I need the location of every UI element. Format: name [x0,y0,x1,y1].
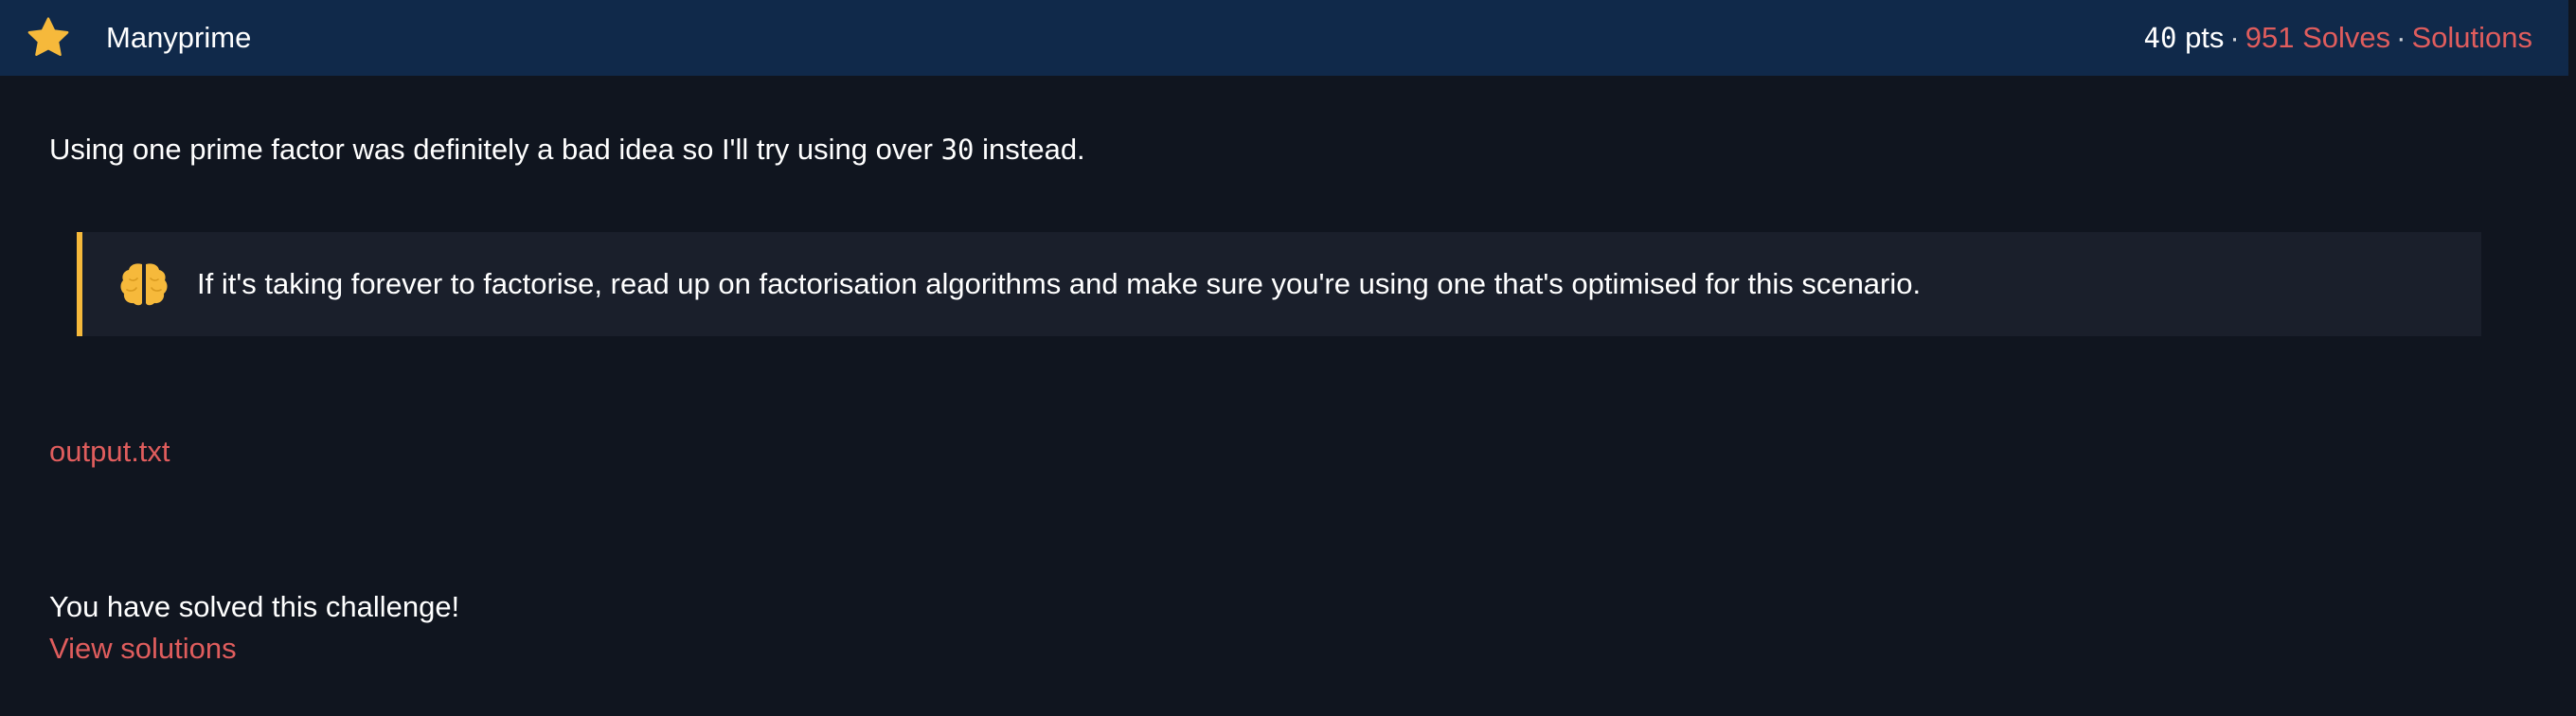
solutions-link[interactable]: Solutions [2411,21,2532,54]
header-left: Manyprime [0,15,251,61]
points-unit: pts [2185,21,2225,54]
star-icon[interactable] [26,15,71,61]
brain-icon [118,260,170,308]
points-value: 40 [2143,22,2177,54]
challenge-header: Manyprime 40 pts · 951 Solves · Solutions [0,0,2568,76]
meta-separator: · [2229,21,2240,54]
meta-separator: · [2396,21,2406,54]
challenge-meta: 40 pts · 951 Solves · Solutions [2144,21,2532,55]
challenge-description: Using one prime factor was definitely a … [49,133,1085,167]
hint-text: If it's taking forever to factorise, rea… [197,267,1922,300]
view-solutions-link[interactable]: View solutions [49,632,237,666]
solved-status: You have solved this challenge! [49,590,460,623]
description-text: Using one prime factor was definitely a … [49,133,941,166]
solves-link[interactable]: 951 Solves [2245,21,2390,54]
output-file-link[interactable]: output.txt [49,435,170,469]
challenge-title: Manyprime [106,21,252,54]
hint-box: If it's taking forever to factorise, rea… [77,232,2481,336]
description-code: 30 [940,134,975,166]
description-text-end: instead. [974,133,1085,166]
